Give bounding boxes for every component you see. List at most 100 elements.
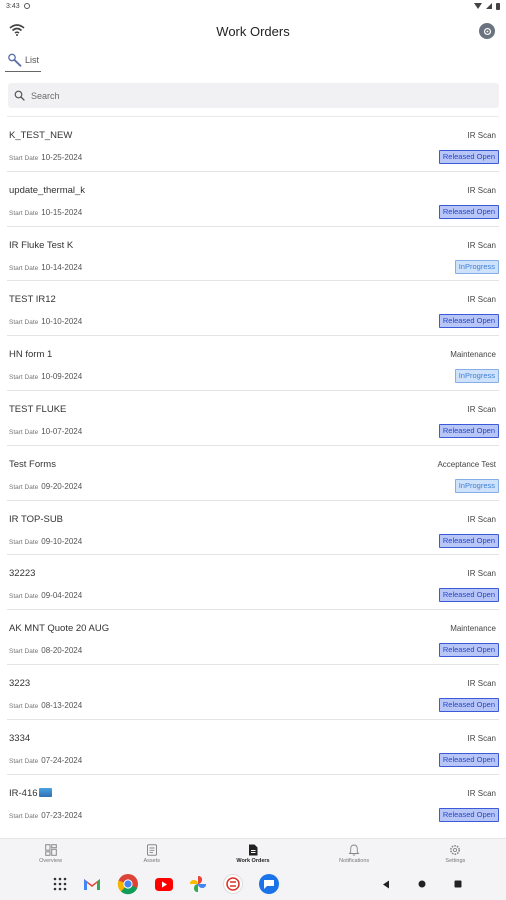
work-order-type: IR Scan	[467, 404, 496, 414]
nav-label: Settings	[445, 857, 466, 864]
work-order-type: IR Scan	[467, 514, 496, 524]
start-date-label: Start Date	[9, 593, 39, 601]
messages-icon[interactable]	[259, 874, 279, 894]
work-order-item[interactable]: 32223 IR Scan Start Date 09-04-2024 Released…	[7, 554, 499, 609]
work-order-start-date: Start Date 10-15-2024	[9, 208, 82, 217]
search-bar	[8, 83, 499, 108]
work-order-start-date: Start Date 08-13-2024	[9, 701, 82, 710]
work-order-item[interactable]: IR TOP-SUB IR Scan Start Date 09-10-2024 Rel…	[7, 499, 499, 555]
work-order-item[interactable]: HN form 1 Maintenance Start Date 10-09-2024…	[7, 335, 499, 390]
status-badge: Released Open	[438, 423, 499, 438]
work-order-item[interactable]: update_thermal_k IR Scan Start Date 10-15-2…	[7, 170, 499, 226]
work-order-start-date: Start Date 10-25-2024	[9, 153, 82, 162]
work-order-start-date: Start Date 10-09-2024	[9, 372, 82, 381]
apps-grid-icon[interactable]	[53, 877, 67, 891]
start-date-label: Start Date	[9, 374, 39, 382]
wifi-icon[interactable]	[9, 24, 25, 36]
home-icon[interactable]	[418, 880, 426, 888]
profile-button[interactable]	[479, 23, 495, 39]
work-order-name: IR TOP-SUB	[9, 513, 64, 525]
work-order-type: IR Scan	[467, 240, 496, 250]
start-date-label: Start Date	[9, 538, 39, 546]
work-order-item[interactable]: 3334 IR Scan Start Date 07-24-2024 Released …	[7, 718, 499, 774]
start-date-value: 10-25-2024	[41, 153, 83, 162]
photos-icon[interactable]	[189, 875, 207, 893]
start-date-label: Start Date	[9, 209, 39, 217]
work-order-name: HN form 1	[9, 349, 53, 361]
app-icon[interactable]	[223, 874, 243, 894]
work-order-type: IR Scan	[467, 678, 496, 688]
work-order-item[interactable]: 3223 IR Scan Start Date 08-13-2024 Released …	[7, 663, 499, 719]
nav-overview[interactable]: Overview	[11, 843, 91, 864]
work-order-item[interactable]: AK MNT Quote 20 AUG Maintenance Start Date…	[7, 609, 499, 664]
start-date-value: 09-10-2024	[41, 536, 83, 546]
work-order-name: TEST IR12	[9, 294, 56, 306]
start-date-value: 08-13-2024	[41, 700, 83, 710]
work-order-item[interactable]: TEST IR12 IR Scan Start Date 10-10-2024 Rele…	[7, 280, 499, 335]
chrome-icon[interactable]	[117, 873, 139, 895]
work-order-type: IR Scan	[467, 733, 496, 743]
view-tabs: List	[5, 50, 42, 72]
work-order-item[interactable]: Test Forms Acceptance Test Start Date 09-20…	[7, 444, 499, 500]
status-badge: InProgress	[454, 369, 499, 384]
status-time: 3:43	[6, 2, 20, 10]
nav-assets[interactable]: Assets	[112, 843, 192, 864]
gear-icon	[449, 844, 461, 856]
status-badge: Released Open	[438, 752, 499, 767]
nav-label: Work Orders	[236, 857, 270, 864]
page-title: Work Orders	[216, 23, 290, 39]
status-battery-icon	[496, 2, 500, 10]
work-order-item[interactable]: TEST FLUKE IR Scan Start Date 10-07-2024 Rel…	[7, 389, 499, 445]
refresh-icon	[483, 27, 491, 35]
back-icon[interactable]	[382, 880, 390, 889]
start-date-label: Start Date	[9, 812, 39, 820]
work-order-type: Maintenance	[450, 350, 496, 360]
nav-work-orders[interactable]: Work Orders	[213, 844, 293, 864]
work-order-start-date: Start Date 09-20-2024	[9, 482, 82, 491]
app-header: Work Orders	[0, 12, 506, 50]
nav-settings[interactable]: Settings	[415, 844, 495, 864]
work-order-item[interactable]: K_TEST_NEW IR Scan Start Date 10-25-2024 Rel…	[7, 116, 499, 171]
work-order-start-date: Start Date 09-10-2024	[9, 537, 82, 546]
nav-label: Overview	[39, 857, 63, 864]
work-order-type: Maintenance	[450, 624, 496, 634]
app-logo-icon	[226, 877, 240, 891]
nav-label: Notifications	[339, 857, 370, 864]
search-input[interactable]	[31, 90, 471, 101]
status-badge: Released Open	[438, 643, 499, 658]
bottom-nav: Overview Assets Work Orders Notifications Se…	[0, 838, 506, 868]
image-badge-icon	[38, 787, 52, 797]
work-order-name: IR-416	[9, 787, 52, 799]
nav-notifications[interactable]: Notifications	[314, 844, 394, 864]
start-date-label: Start Date	[9, 264, 39, 272]
work-order-name: Test Forms	[9, 458, 56, 470]
start-date-value: 07-24-2024	[41, 755, 83, 765]
start-date-value: 10-14-2024	[41, 262, 83, 272]
work-order-item[interactable]: IR-416 IR Scan Start Date 07-23-2024 Release…	[7, 773, 499, 829]
work-order-start-date: Start Date 08-20-2024	[9, 646, 82, 655]
status-signal-icon	[486, 3, 492, 9]
start-date-label: Start Date	[9, 483, 39, 491]
work-order-type: IR Scan	[467, 788, 496, 798]
youtube-icon[interactable]	[155, 877, 173, 891]
bell-icon	[348, 844, 360, 856]
chat-bubble-icon	[264, 880, 274, 889]
work-order-type: IR Scan	[467, 131, 496, 140]
start-date-label: Start Date	[9, 702, 39, 710]
search-icon	[14, 90, 25, 101]
work-order-type: IR Scan	[467, 569, 496, 579]
start-date-value: 09-04-2024	[41, 591, 83, 601]
tab-list[interactable]: List	[5, 53, 42, 72]
document-icon	[247, 844, 259, 856]
work-order-start-date: Start Date 09-04-2024	[9, 591, 82, 600]
gmail-icon[interactable]	[83, 877, 101, 891]
work-order-item[interactable]: IR Fluke Test K IR Scan Start Date 10-14-20…	[7, 225, 499, 281]
android-system-bar	[0, 868, 506, 900]
assets-icon	[146, 843, 158, 856]
recents-icon[interactable]	[454, 880, 462, 888]
work-order-name: K_TEST_NEW	[9, 130, 73, 141]
start-date-value: 09-20-2024	[41, 481, 83, 491]
work-order-start-date: Start Date 10-07-2024	[9, 427, 82, 436]
status-badge: Released Open	[438, 204, 499, 219]
dashboard-icon	[44, 843, 57, 856]
